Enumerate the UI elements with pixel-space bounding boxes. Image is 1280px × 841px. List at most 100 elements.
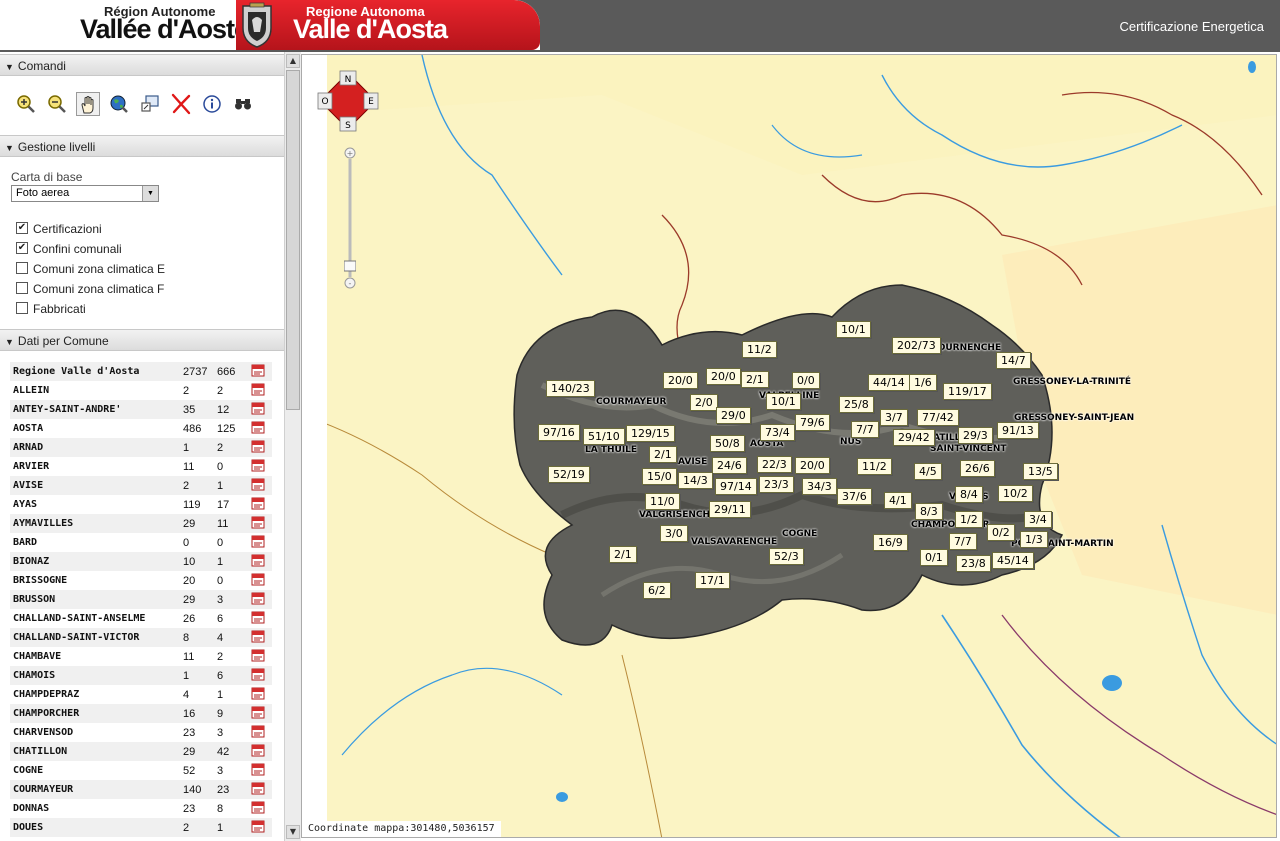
certification-count-label[interactable]: 22/3 — [757, 456, 792, 473]
certification-count-label[interactable]: 23/3 — [759, 476, 794, 493]
pdf-icon[interactable] — [248, 476, 272, 495]
pdf-icon[interactable] — [248, 381, 272, 400]
certification-count-label[interactable]: 23/8 — [956, 555, 991, 572]
certification-count-label[interactable]: 0/2 — [987, 524, 1015, 541]
compass-n[interactable]: N — [345, 75, 352, 85]
layer-zona-climatica-f[interactable]: Comuni zona climatica F — [16, 281, 164, 297]
certification-count-label[interactable]: 50/8 — [710, 435, 745, 452]
pdf-icon[interactable] — [248, 552, 272, 571]
pdf-icon[interactable] — [248, 666, 272, 685]
certification-count-label[interactable]: 45/14 — [992, 552, 1034, 569]
table-row[interactable]: DONNAS 23 8 — [10, 799, 272, 818]
scroll-up-icon[interactable]: ▲ — [286, 54, 300, 68]
table-row[interactable]: CHARVENSOD 23 3 — [10, 723, 272, 742]
certification-count-label[interactable]: 14/3 — [678, 472, 713, 489]
certification-count-label[interactable]: 79/6 — [795, 414, 830, 431]
pdf-icon[interactable] — [248, 362, 272, 381]
certification-count-label[interactable]: 20/0 — [706, 368, 741, 385]
pdf-icon[interactable] — [248, 685, 272, 704]
table-row[interactable]: AVISE 2 1 — [10, 476, 272, 495]
scroll-thumb[interactable] — [286, 70, 300, 410]
layer-checkbox[interactable] — [16, 301, 28, 314]
table-row[interactable]: CHAMBAVE 11 2 — [10, 647, 272, 666]
certification-count-label[interactable]: 2/1 — [649, 446, 677, 463]
certification-count-label[interactable]: 15/0 — [642, 468, 677, 485]
zoom-slider[interactable]: + - — [344, 147, 356, 289]
table-row[interactable]: AYMAVILLES 29 11 — [10, 514, 272, 533]
certification-count-label[interactable]: 129/15 — [626, 425, 675, 442]
pdf-icon[interactable] — [248, 761, 272, 780]
layer-fabbricati[interactable]: Fabbricati — [16, 301, 86, 317]
table-row[interactable]: BRISSOGNE 20 0 — [10, 571, 272, 590]
zoom-in-icon[interactable] — [14, 92, 38, 116]
certification-count-label[interactable]: 52/3 — [769, 548, 804, 565]
certification-count-label[interactable]: 4/5 — [914, 463, 942, 480]
zoom-box-icon[interactable] — [138, 92, 162, 116]
table-row[interactable]: ALLEIN 2 2 — [10, 381, 272, 400]
certification-count-label[interactable]: 140/23 — [546, 380, 595, 397]
certification-count-label[interactable]: 0/0 — [792, 372, 820, 389]
certification-count-label[interactable]: 34/3 — [802, 478, 837, 495]
pdf-icon[interactable] — [248, 495, 272, 514]
panel-scrollbar[interactable]: ▲ ▼ — [284, 52, 301, 841]
pdf-icon[interactable] — [248, 419, 272, 438]
certification-count-label[interactable]: 3/4 — [1024, 511, 1052, 528]
map-viewport[interactable]: COURMAYEUR LA THUILE AVISE VALGRISENCHE VALS… — [301, 54, 1277, 838]
pdf-icon[interactable] — [248, 742, 272, 761]
certification-count-label[interactable]: 1/3 — [1020, 531, 1048, 548]
binoculars-icon[interactable] — [231, 92, 255, 116]
certification-count-label[interactable]: 24/6 — [712, 457, 747, 474]
table-row[interactable]: ARNAD 1 2 — [10, 438, 272, 457]
certification-count-label[interactable]: 119/17 — [943, 383, 992, 400]
info-icon[interactable] — [200, 92, 224, 116]
pan-hand-icon[interactable] — [76, 92, 100, 116]
table-row[interactable]: COURMAYEUR 140 23 — [10, 780, 272, 799]
table-row[interactable]: BRUSSON 29 3 — [10, 590, 272, 609]
layer-certificazioni[interactable]: ✔ Certificazioni — [16, 221, 102, 237]
certification-count-label[interactable]: 13/5 — [1023, 463, 1058, 480]
compass-s[interactable]: S — [345, 121, 351, 131]
certification-count-label[interactable]: 1/2 — [955, 511, 983, 528]
certification-count-label[interactable]: 17/1 — [695, 572, 730, 589]
certification-count-label[interactable]: 29/42 — [893, 429, 935, 446]
certification-count-label[interactable]: 20/0 — [795, 457, 830, 474]
certification-count-label[interactable]: 26/6 — [960, 460, 995, 477]
certification-count-label[interactable]: 4/1 — [884, 492, 912, 509]
compass-e[interactable]: E — [368, 97, 374, 107]
table-row[interactable]: BIONAZ 10 1 — [10, 552, 272, 571]
certification-count-label[interactable]: 10/1 — [836, 321, 871, 338]
certification-count-label[interactable]: 29/11 — [709, 501, 751, 518]
certification-count-label[interactable]: 8/3 — [915, 503, 943, 520]
certification-count-label[interactable]: 10/1 — [766, 393, 801, 410]
table-row[interactable]: CHAMPDEPRAZ 4 1 — [10, 685, 272, 704]
certification-count-label[interactable]: 11/0 — [645, 493, 680, 510]
pdf-icon[interactable] — [248, 533, 272, 552]
certification-count-label[interactable]: 3/7 — [880, 409, 908, 426]
certification-count-label[interactable]: 14/7 — [996, 352, 1031, 369]
pdf-icon[interactable] — [248, 723, 272, 742]
section-dati-header[interactable]: ▼ Dati per Comune — [0, 329, 284, 351]
certification-count-label[interactable]: 73/4 — [760, 424, 795, 441]
certification-count-label[interactable]: 97/14 — [715, 478, 757, 495]
table-row[interactable]: AOSTA 486 125 — [10, 419, 272, 438]
pdf-icon[interactable] — [248, 818, 272, 837]
table-row[interactable]: Regione Valle d'Aosta 2737 666 — [10, 362, 272, 381]
base-map-select[interactable]: Foto aerea ▼ — [11, 185, 159, 202]
pdf-icon[interactable] — [248, 590, 272, 609]
section-livelli-header[interactable]: ▼ Gestione livelli — [0, 135, 284, 157]
certification-count-label[interactable]: 16/9 — [873, 534, 908, 551]
certification-count-label[interactable]: 8/4 — [955, 486, 983, 503]
table-row[interactable]: CHALLAND-SAINT-ANSELME 26 6 — [10, 609, 272, 628]
certification-count-label[interactable]: 20/0 — [663, 372, 698, 389]
table-row[interactable]: DOUES 2 1 — [10, 818, 272, 837]
certification-count-label[interactable]: 97/16 — [538, 424, 580, 441]
certification-count-label[interactable]: 6/2 — [643, 582, 671, 599]
table-row[interactable]: BARD 0 0 — [10, 533, 272, 552]
layer-checkbox[interactable]: ✔ — [16, 241, 28, 254]
certification-count-label[interactable]: 11/2 — [742, 341, 777, 358]
certification-count-label[interactable]: 29/3 — [958, 427, 993, 444]
pdf-icon[interactable] — [248, 400, 272, 419]
pdf-icon[interactable] — [248, 799, 272, 818]
compass-o[interactable]: O — [321, 97, 328, 107]
table-row[interactable]: CHAMPORCHER 16 9 — [10, 704, 272, 723]
